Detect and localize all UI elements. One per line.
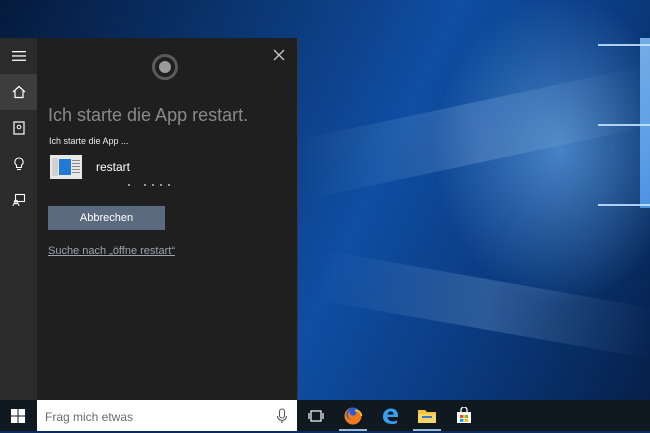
- web-search-link[interactable]: Suche nach „öffne restart“: [48, 245, 175, 257]
- windows-logo-icon: [11, 408, 25, 423]
- home-button[interactable]: [0, 74, 37, 110]
- lightbulb-icon: [13, 157, 24, 171]
- cancel-button[interactable]: Abbrechen: [48, 206, 165, 230]
- taskbar-firefox[interactable]: [335, 400, 371, 431]
- cortana-panel: Ich starte die App restart. Ich starte d…: [37, 38, 298, 400]
- menu-button[interactable]: [0, 38, 37, 74]
- taskbar-edge[interactable]: [372, 400, 408, 431]
- task-view-button[interactable]: [298, 400, 334, 431]
- app-result[interactable]: restart: [50, 152, 130, 182]
- close-icon: [273, 49, 285, 61]
- edge-icon: [383, 408, 398, 424]
- light-beam: [315, 250, 650, 359]
- notebook-button[interactable]: [0, 110, 37, 146]
- cortana-headline: Ich starte die App restart.: [48, 105, 249, 125]
- microphone-icon: [276, 408, 288, 423]
- search-input[interactable]: [43, 400, 267, 433]
- taskbar-store[interactable]: [446, 400, 482, 431]
- store-icon: [457, 406, 471, 423]
- notebook-icon: [12, 121, 25, 135]
- cortana-logo: [152, 54, 178, 80]
- taskbar: [0, 400, 650, 433]
- app-name: restart: [96, 160, 131, 174]
- feedback-button[interactable]: [0, 182, 37, 218]
- start-button[interactable]: [0, 400, 36, 431]
- menu-icon: [11, 51, 26, 61]
- close-button[interactable]: [271, 47, 287, 63]
- home-icon: [12, 85, 25, 99]
- window-pane-line: [598, 124, 650, 126]
- task-view-icon: [308, 409, 324, 422]
- taskbar-search-box: [37, 400, 297, 433]
- insights-button[interactable]: [0, 146, 37, 182]
- firefox-icon: [344, 407, 363, 424]
- window-pane-line: [598, 204, 650, 206]
- microphone-button[interactable]: [276, 408, 288, 424]
- taskbar-file-explorer[interactable]: [409, 400, 445, 431]
- window-pane-line: [598, 44, 650, 46]
- feedback-icon: [12, 193, 25, 207]
- cortana-subhead: Ich starte die App ...: [49, 136, 129, 146]
- loading-indicator: [128, 184, 170, 186]
- cortana-side-rail: [0, 38, 37, 400]
- file-explorer-icon: [418, 409, 436, 423]
- light-beam: [293, 65, 650, 200]
- cortana-logo-dot: [159, 61, 171, 73]
- window-pane-light: [640, 38, 650, 208]
- app-window-icon: [50, 155, 82, 179]
